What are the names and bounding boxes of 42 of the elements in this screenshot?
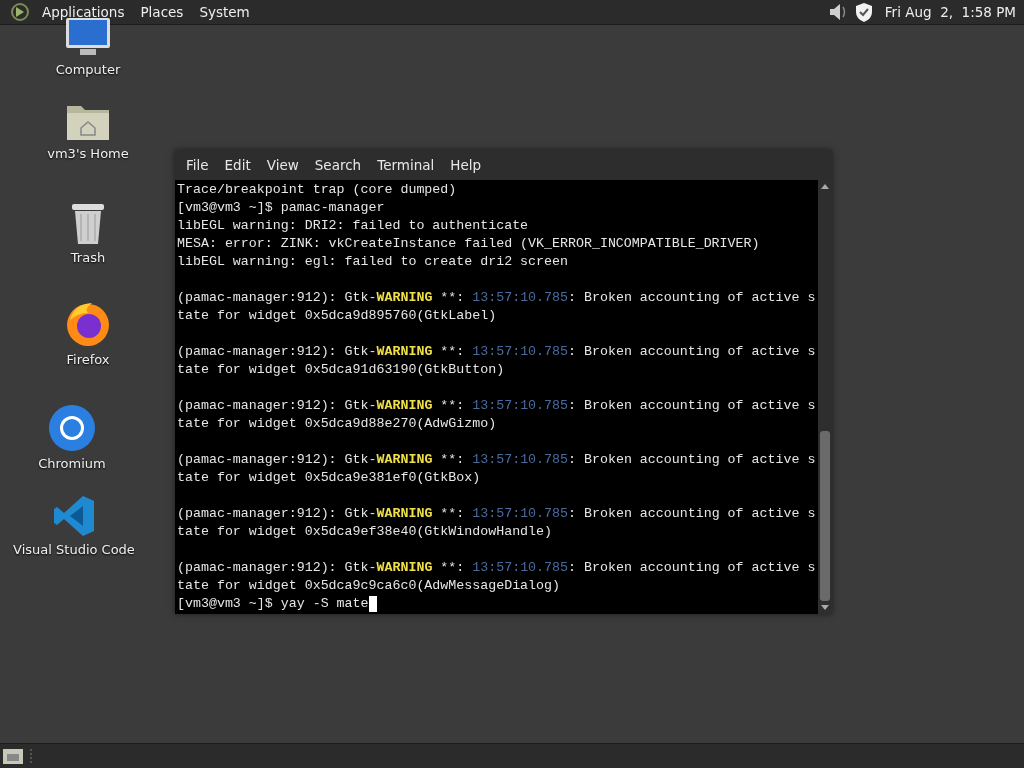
icon-label[interactable]: vm3's Home: [47, 146, 129, 161]
output-line: libEGL warning: egl: failed to create dri2 screen: [177, 253, 568, 271]
warning-line: (pamac-manager:912): Gtk-WARNING **: 13:57:10.785: Broken accounting of active s: [177, 397, 816, 415]
cursor: [368, 596, 377, 612]
warning-line: (pamac-manager:912): Gtk-WARNING **: 13:57:10.785: Broken accounting of active s: [177, 289, 816, 307]
icon-label[interactable]: Visual Studio Code: [13, 542, 135, 557]
logo-icon[interactable]: [10, 2, 30, 22]
prompt-line[interactable]: [vm3@vm3 ~]$ yay -S mate: [177, 595, 369, 613]
fox-globe-icon[interactable]: [64, 300, 112, 348]
menu-item[interactable]: Help: [442, 157, 490, 173]
output-line: tate for widget 0x5dca91d63190(GtkButton): [177, 361, 505, 379]
icon-label[interactable]: Firefox: [66, 352, 110, 367]
panel-menu[interactable]: System: [193, 4, 256, 20]
output-line: MESA: error: ZINK: vkCreateInstance failed (VK_ERROR_INCOMPATIBLE_DRIVER): [177, 235, 760, 253]
icon-label[interactable]: Trash: [70, 250, 106, 265]
output-line: tate for widget 0x5dca9d88e270(AdwGizmo): [177, 415, 497, 433]
menu-item[interactable]: Search: [306, 157, 370, 173]
menu-item[interactable]: Terminal: [369, 157, 443, 173]
output-line: tate for widget 0x5dca9c9ca6c0(AdwMessageDialog): [177, 577, 560, 595]
chromium-icon[interactable]: [48, 404, 96, 452]
clock[interactable]: Fri Aug 2, 1:58 PM: [884, 4, 1018, 20]
output-line: Trace/breakpoint trap (core dumped): [177, 181, 457, 199]
output-line: tate for widget 0x5dca9d895760(GtkLabel): [177, 307, 497, 325]
output-line: [vm3@vm3 ~]$ pamac-manager: [177, 199, 385, 217]
menu-item[interactable]: View: [258, 157, 307, 173]
menu-item[interactable]: File: [178, 157, 217, 173]
scrollbar[interactable]: [818, 180, 832, 614]
monitor-icon[interactable]: [64, 18, 112, 58]
panel-menu[interactable]: Applications: [36, 4, 131, 20]
warning-line: (pamac-manager:912): Gtk-WARNING **: 13:57:10.785: Broken accounting of active s: [177, 559, 816, 577]
output-line: tate for widget 0x5dca9e381ef0(GtkBox): [177, 469, 481, 487]
icon-label[interactable]: Computer: [55, 62, 121, 77]
code-editor-icon[interactable]: [52, 494, 96, 538]
panel-menu[interactable]: Places: [134, 4, 190, 20]
warning-line: (pamac-manager:912): Gtk-WARNING **: 13:57:10.785: Broken accounting of active s: [177, 451, 816, 469]
output-line: tate for widget 0x5dca9ef38e40(GtkWindowHandle): [177, 523, 553, 541]
menu-item[interactable]: Edit: [216, 157, 259, 173]
warning-line: (pamac-manager:912): Gtk-WARNING **: 13:57:10.785: Broken accounting of active s: [177, 505, 816, 523]
warning-line: (pamac-manager:912): Gtk-WARNING **: 13:57:10.785: Broken accounting of active s: [177, 343, 816, 361]
desktop-icon[interactable]: [2, 746, 24, 766]
icon-label[interactable]: Chromium: [38, 456, 106, 471]
output-line: libEGL warning: DRI2: failed to authenticate: [177, 217, 529, 235]
